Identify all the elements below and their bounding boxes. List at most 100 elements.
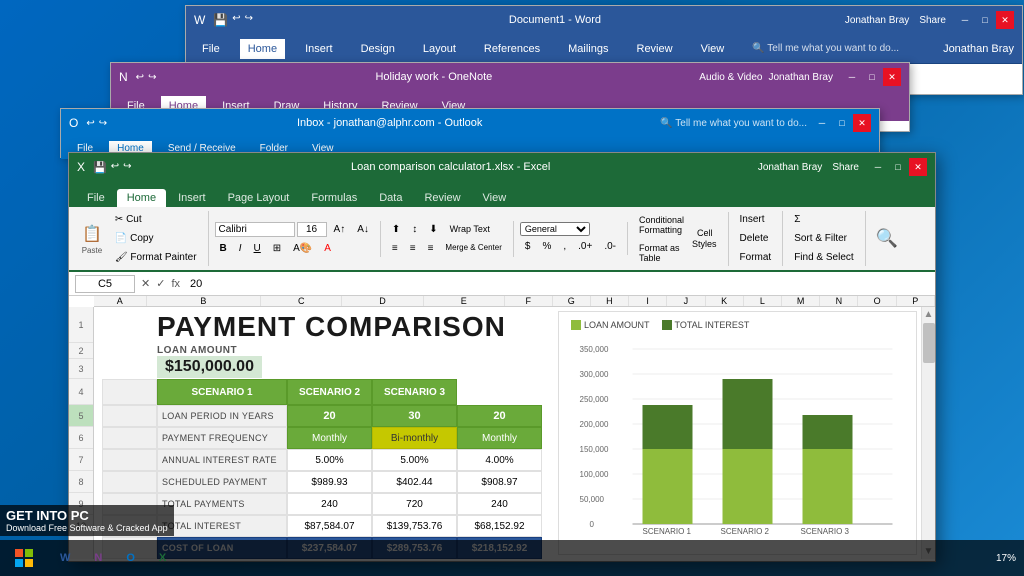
word-tab-layout[interactable]: Layout (415, 39, 464, 59)
outlook-tell-me[interactable]: 🔍 Tell me what you want to do... (660, 118, 807, 129)
taskbar-excel[interactable]: X (147, 540, 178, 576)
font-size-input[interactable]: 16 (297, 222, 327, 237)
s2-interest-rate[interactable]: 5.00% (372, 449, 457, 471)
taskbar-onenote[interactable]: N (82, 540, 114, 576)
align-top-btn[interactable]: ⬆ (387, 221, 405, 238)
excel-tab-data[interactable]: Data (369, 189, 412, 207)
outlook-close-btn[interactable]: ✕ (853, 114, 871, 132)
cell-styles-btn[interactable]: CellStyles (692, 225, 722, 252)
format-btn[interactable]: Format (735, 249, 777, 266)
decrease-font-btn[interactable]: A↓ (352, 221, 374, 238)
s2-total-payments[interactable]: 720 (372, 493, 457, 515)
comma-btn[interactable]: , (558, 238, 571, 255)
excel-save-icon[interactable]: 💾 (93, 161, 107, 174)
word-undo-icon[interactable]: ↩ (232, 13, 240, 27)
excel-maximize-btn[interactable]: □ (889, 158, 907, 176)
sort-filter-btn[interactable]: Sort & Filter (789, 230, 858, 247)
onenote-redo-icon[interactable]: ↪ (148, 72, 156, 83)
excel-tab-home[interactable]: Home (117, 189, 166, 207)
bold-btn[interactable]: B (215, 240, 232, 257)
find-select-btn[interactable]: Find & Select (789, 249, 858, 266)
increase-decimal-btn[interactable]: .0+ (573, 238, 597, 255)
word-tab-design[interactable]: Design (353, 39, 403, 59)
italic-btn[interactable]: I (234, 240, 247, 257)
excel-minimize-btn[interactable]: ─ (869, 158, 887, 176)
onenote-minimize-btn[interactable]: ─ (843, 68, 861, 86)
word-share-btn[interactable]: Share (919, 15, 946, 26)
formula-bar-cancel[interactable]: ✕ (141, 277, 150, 290)
taskbar-outlook[interactable]: O (114, 540, 147, 576)
word-tab-view[interactable]: View (693, 39, 733, 59)
underline-btn[interactable]: U (249, 240, 266, 257)
word-tab-review[interactable]: Review (629, 39, 681, 59)
s3-interest-rate[interactable]: 4.00% (457, 449, 542, 471)
word-tell-me[interactable]: 🔍 Tell me what you want to do... (752, 43, 899, 54)
word-redo-icon[interactable]: ↪ (245, 13, 253, 27)
audio-video-tab[interactable]: Audio & Video (699, 72, 762, 83)
number-format-select[interactable]: General Number Currency (520, 222, 590, 236)
formula-bar-insert-function[interactable]: fx (171, 278, 180, 290)
excel-close-btn[interactable]: ✕ (909, 158, 927, 176)
formula-bar-confirm[interactable]: ✓ (156, 277, 165, 290)
s1-total-payments[interactable]: 240 (287, 493, 372, 515)
s1-loan-period[interactable]: 20 (287, 405, 372, 427)
s1-scheduled-payment[interactable]: $989.93 (287, 471, 372, 493)
percent-btn[interactable]: % (537, 238, 556, 255)
outlook-redo-icon[interactable]: ↪ (99, 118, 107, 129)
formula-input[interactable] (186, 276, 929, 292)
insert-btn[interactable]: Insert (735, 211, 777, 228)
onenote-undo-icon[interactable]: ↩ (136, 72, 144, 83)
align-center-btn[interactable]: ≡ (405, 240, 421, 257)
excel-tab-formulas[interactable]: Formulas (301, 189, 367, 207)
scroll-up-btn[interactable]: ▲ (922, 307, 935, 322)
align-middle-btn[interactable]: ↕ (407, 221, 422, 238)
fill-color-btn[interactable]: A🎨 (288, 240, 317, 257)
s1-interest-rate[interactable]: 5.00% (287, 449, 372, 471)
s1-payment-freq[interactable]: Monthly (287, 427, 372, 449)
excel-share-btn[interactable]: Share (832, 162, 859, 173)
format-painter-btn[interactable]: 🖌 Format Painter (110, 249, 202, 266)
align-left-btn[interactable]: ≡ (387, 240, 403, 257)
border-btn[interactable]: ⊞ (268, 240, 286, 257)
word-tab-home[interactable]: Home (240, 39, 285, 59)
delete-btn[interactable]: Delete (735, 230, 777, 247)
s2-total-interest[interactable]: $139,753.76 (372, 515, 457, 537)
onenote-close-btn[interactable]: ✕ (883, 68, 901, 86)
s3-payment-freq[interactable]: Monthly (457, 427, 542, 449)
excel-tab-review[interactable]: Review (414, 189, 470, 207)
vertical-scrollbar[interactable]: ▲ ▼ (921, 307, 935, 559)
currency-btn[interactable]: $ (520, 238, 536, 255)
excel-tab-insert[interactable]: Insert (168, 189, 216, 207)
word-tab-file[interactable]: File (194, 39, 228, 59)
outlook-maximize-btn[interactable]: □ (833, 114, 851, 132)
word-tab-references[interactable]: References (476, 39, 548, 59)
font-color-btn[interactable]: A (319, 240, 336, 257)
paste-btn[interactable]: 📋 (77, 223, 107, 245)
s2-payment-freq[interactable]: Bi-monthly (372, 427, 457, 449)
merge-center-btn[interactable]: Merge & Center (440, 240, 506, 257)
wrap-text-btn[interactable]: Wrap Text (445, 221, 495, 238)
cut-btn[interactable]: ✂ Cut (110, 211, 202, 228)
taskbar-word[interactable]: W (48, 540, 82, 576)
excel-tab-pagelayout[interactable]: Page Layout (218, 189, 300, 207)
s2-scheduled-payment[interactable]: $402.44 (372, 471, 457, 493)
s1-total-interest[interactable]: $87,584.07 (287, 515, 372, 537)
s3-loan-period[interactable]: 20 (457, 405, 542, 427)
format-as-table-btn[interactable]: Format asTable (634, 240, 689, 266)
s3-scheduled-payment[interactable]: $908.97 (457, 471, 542, 493)
onenote-maximize-btn[interactable]: □ (863, 68, 881, 86)
excel-tab-view[interactable]: View (473, 189, 517, 207)
autosum-btn[interactable]: Σ (789, 211, 858, 228)
scroll-thumb[interactable] (923, 323, 935, 363)
search-icon[interactable]: 🔍 (872, 224, 902, 252)
word-minimize-btn[interactable]: ─ (956, 11, 974, 29)
font-name-input[interactable]: Calibri (215, 222, 295, 237)
excel-undo-icon[interactable]: ↩ (111, 161, 119, 174)
s2-loan-period[interactable]: 30 (372, 405, 457, 427)
excel-tab-file[interactable]: File (77, 189, 115, 207)
conditional-formatting-btn[interactable]: ConditionalFormatting (634, 212, 689, 238)
decrease-decimal-btn[interactable]: .0- (599, 238, 621, 255)
align-bottom-btn[interactable]: ⬇ (424, 221, 442, 238)
cell-reference-box[interactable] (75, 275, 135, 293)
excel-redo-icon[interactable]: ↪ (123, 161, 131, 174)
